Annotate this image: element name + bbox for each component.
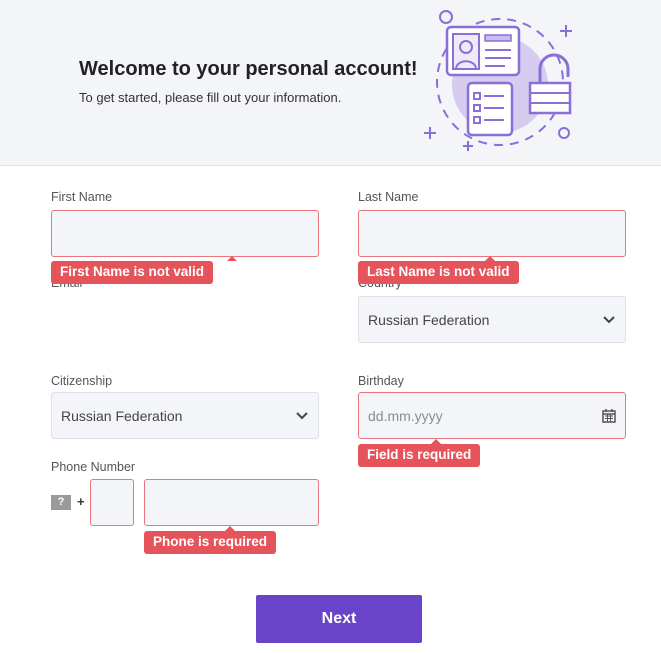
- birthday-label: Birthday: [358, 374, 404, 388]
- first-name-input[interactable]: [51, 210, 319, 257]
- last-name-input[interactable]: [358, 210, 626, 257]
- page-title: Welcome to your personal account!: [79, 58, 418, 80]
- citizenship-select[interactable]: Russian Federation: [51, 392, 319, 439]
- last-name-label: Last Name: [358, 190, 419, 204]
- page-subtitle: To get started, please fill out your inf…: [79, 90, 342, 105]
- next-button[interactable]: Next: [256, 595, 422, 643]
- account-illustration-icon: [424, 10, 572, 151]
- header: Welcome to your personal account! To get…: [0, 0, 661, 166]
- birthday-placeholder: dd.mm.yyyy: [368, 407, 443, 424]
- last-name-error: Last Name is not valid: [358, 256, 519, 284]
- birthday-input[interactable]: dd.mm.yyyy: [358, 392, 626, 439]
- first-name-label: First Name: [51, 190, 113, 204]
- phone-number-input[interactable]: [144, 479, 319, 526]
- phone-plus-sign: +: [77, 494, 85, 509]
- phone-code-input[interactable]: [90, 479, 134, 526]
- first-name-error: First Name is not valid: [51, 256, 238, 284]
- citizenship-label: Citizenship: [51, 374, 113, 388]
- calendar-icon[interactable]: [602, 408, 616, 423]
- phone-label: Phone Number: [51, 460, 136, 474]
- citizenship-value: Russian Federation: [61, 407, 183, 424]
- chevron-down-icon: [296, 411, 308, 419]
- country-flag-unknown-icon[interactable]: ?: [51, 495, 71, 510]
- country-select[interactable]: Russian Federation: [358, 296, 626, 343]
- phone-error: Phone is required: [144, 526, 277, 554]
- country-value: Russian Federation: [368, 311, 490, 328]
- chevron-down-icon: [603, 315, 615, 323]
- birthday-error: Field is required: [358, 439, 481, 467]
